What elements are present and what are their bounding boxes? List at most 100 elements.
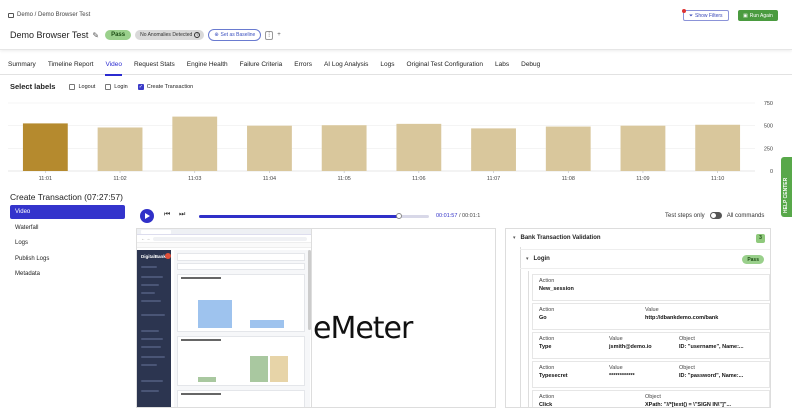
step-value-value: http://dbankdemo.com/bank	[645, 315, 719, 321]
checkbox-label: Logout	[78, 83, 96, 90]
set-baseline-label: Set as Baseline	[220, 32, 256, 38]
tab-ai-log-analysis[interactable]: AI Log Analysis	[324, 55, 368, 75]
test-steps-only-label: Test steps only	[665, 212, 705, 219]
anomalies-badge[interactable]: No Anomalies Detected ?	[135, 30, 205, 40]
bookmarks-bar	[137, 243, 311, 248]
add-icon[interactable]: +	[277, 32, 281, 38]
sidebar-line	[141, 276, 163, 278]
checkbox[interactable]	[105, 83, 112, 90]
show-filters-button[interactable]: ⏷ Show Filters	[682, 9, 729, 21]
tab-original-test-configuration[interactable]: Original Test Configuration	[407, 55, 483, 75]
card-title	[181, 393, 221, 395]
tree-line	[528, 271, 529, 407]
all-commands-label: All commands	[726, 212, 765, 219]
sidebar-line	[141, 338, 163, 340]
tab-summary[interactable]: Summary	[8, 55, 36, 75]
help-center-tab[interactable]: HELP CENTER	[781, 157, 792, 217]
app-sidebar: DigitalBank	[137, 250, 171, 407]
chart-bar[interactable]	[545, 126, 591, 171]
breadcrumb[interactable]: Demo / Demo Browser Test	[8, 12, 90, 18]
menu-item-video[interactable]: Video	[10, 205, 125, 219]
folder-icon	[8, 12, 14, 18]
step-cell-value: Value jsmith@demo.io	[609, 336, 652, 350]
info-icon[interactable]: ?	[194, 32, 201, 38]
step-action-label: Action	[539, 307, 555, 313]
page-title-row: Demo Browser Test ✎ Pass No Anomalies De…	[10, 29, 281, 41]
progress-handle[interactable]	[396, 213, 403, 219]
sidebar-line	[141, 346, 161, 348]
menu-item-logs[interactable]: Logs	[10, 236, 125, 250]
step-row[interactable]: Action Type Value jsmith@demo.io Object ID: "…	[532, 332, 770, 359]
checkbox[interactable]	[69, 83, 76, 90]
step-row[interactable]: Action Go Value http://dbankdemo.com/bank	[532, 303, 770, 330]
play-button[interactable]	[140, 209, 154, 223]
transaction-menu: Video Waterfall Logs Publish Logs Metadata	[10, 205, 125, 283]
response-time-chart: 0 250 500 750 11:01 11:02 11:03 11:04 11:05 11:06…	[8, 101, 773, 182]
chevron-down-icon[interactable]: ▾	[513, 235, 516, 241]
run-again-button[interactable]: ▣ Run Again	[738, 10, 778, 21]
chart-bar[interactable]	[396, 123, 442, 171]
app-logo-badge	[165, 253, 171, 259]
sidebar-line	[141, 292, 155, 294]
help-center-label: HELP CENTER	[783, 177, 789, 213]
brand-watermark: eMeter	[313, 311, 413, 346]
chart-bar[interactable]	[22, 123, 68, 171]
step-action-label: Action	[539, 394, 555, 400]
menu-item-metadata[interactable]: Metadata	[10, 267, 125, 281]
tab-errors[interactable]: Errors	[294, 55, 312, 75]
video-frame[interactable]: ← → DigitalBank eMeter	[136, 228, 496, 408]
step-row[interactable]: Action Click Object XPath: "//*[text() = \"…	[532, 390, 770, 407]
mini-bar	[198, 300, 232, 328]
substep-status-badge: Pass	[742, 255, 764, 264]
tab-labs[interactable]: Labs	[495, 55, 509, 75]
label-checkbox-login[interactable]: Login	[105, 83, 128, 90]
chart-bar[interactable]	[97, 127, 143, 171]
baseline-icon: ⊕	[214, 32, 219, 38]
set-baseline-button[interactable]: ⊕ Set as Baseline	[208, 29, 262, 41]
skip-forward-icon[interactable]: ⏭	[179, 211, 185, 219]
mini-bar	[198, 377, 216, 382]
more-options-button[interactable]: ⋮	[265, 30, 274, 40]
step-object-value: ID: "username", Name:...	[679, 344, 744, 350]
chart-bar[interactable]	[695, 124, 741, 171]
tab-request-stats[interactable]: Request Stats	[134, 55, 175, 75]
tab-video[interactable]: Video	[105, 55, 122, 76]
video-progress-bar[interactable]	[199, 213, 429, 219]
menu-item-publish-logs[interactable]: Publish Logs	[10, 252, 125, 266]
step-group-header[interactable]: ▾ Bank Transaction Validation 3	[506, 229, 770, 247]
scrollbar[interactable]	[308, 250, 311, 330]
chart-bar[interactable]	[321, 125, 367, 171]
steps-toggle[interactable]	[709, 212, 722, 219]
skip-back-icon[interactable]: ⏮	[164, 211, 170, 219]
chart-bar[interactable]	[172, 116, 218, 171]
sidebar-line	[141, 284, 159, 286]
step-row[interactable]: Action New_session	[532, 274, 770, 301]
chart-bar[interactable]	[471, 128, 516, 171]
notification-dot	[682, 9, 686, 13]
tab-debug[interactable]: Debug	[521, 55, 540, 75]
edit-pencil-icon[interactable]: ✎	[92, 31, 99, 40]
menu-item-waterfall[interactable]: Waterfall	[10, 221, 125, 235]
tab-timeline-report[interactable]: Timeline Report	[48, 55, 94, 75]
tab-failure-criteria[interactable]: Failure Criteria	[240, 55, 283, 75]
breadcrumb-text[interactable]: Demo / Demo Browser Test	[17, 12, 90, 18]
label-checkbox-logout[interactable]: Logout	[69, 83, 96, 90]
step-row[interactable]: Action Typesecret Value ************ Object I…	[532, 361, 770, 388]
checkbox-checked[interactable]: ✓	[137, 83, 144, 90]
tab-logs[interactable]: Logs	[380, 55, 394, 75]
x-tick-label: 11:01	[39, 176, 52, 182]
x-tick-label: 11:04	[263, 176, 276, 182]
chart-bar[interactable]	[247, 125, 292, 171]
tab-engine-health[interactable]: Engine Health	[187, 55, 228, 75]
label-checkbox-create-transaction[interactable]: ✓ Create Transaction	[137, 83, 193, 90]
select-labels-title: Select labels	[10, 82, 56, 91]
step-value-label: Value	[645, 307, 659, 313]
chart-bar[interactable]	[620, 125, 666, 171]
sidebar-line	[141, 364, 157, 366]
substep-header[interactable]: ▾ Login Pass	[520, 249, 770, 269]
browser-tab	[141, 229, 171, 234]
step-cell-value: Value http://dbankdemo.com/bank	[645, 307, 718, 321]
x-tick-label: 11:10	[711, 176, 724, 182]
chevron-down-icon[interactable]: ▾	[526, 256, 529, 262]
run-again-label: Run Again	[749, 12, 773, 19]
